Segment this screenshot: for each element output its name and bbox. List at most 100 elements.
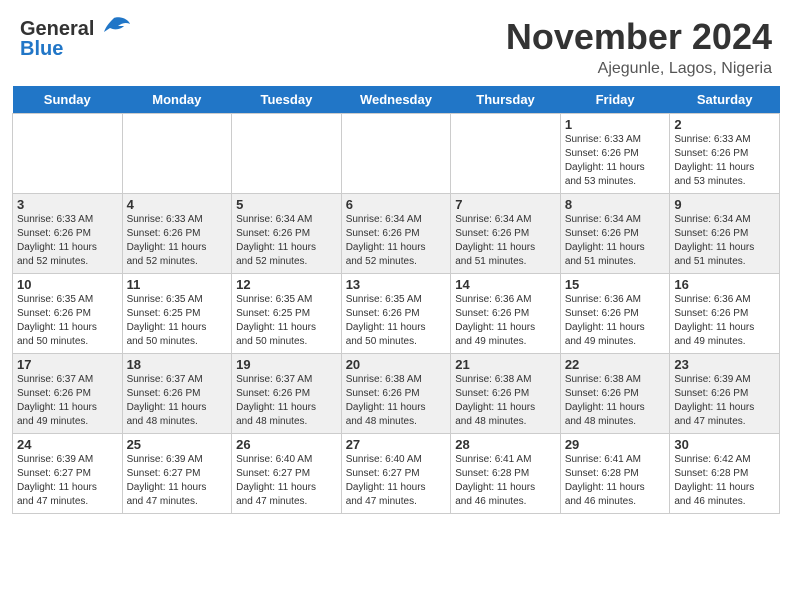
header-monday: Monday (122, 86, 232, 114)
day-number: 6 (346, 197, 447, 212)
day-info: Sunrise: 6:37 AM Sunset: 6:26 PM Dayligh… (236, 373, 337, 429)
table-row: 8Sunrise: 6:34 AM Sunset: 6:26 PM Daylig… (560, 194, 670, 274)
day-info: Sunrise: 6:33 AM Sunset: 6:26 PM Dayligh… (127, 213, 228, 269)
day-info: Sunrise: 6:40 AM Sunset: 6:27 PM Dayligh… (346, 453, 447, 509)
table-row: 27Sunrise: 6:40 AM Sunset: 6:27 PM Dayli… (341, 434, 451, 514)
day-number: 5 (236, 197, 337, 212)
day-number: 26 (236, 437, 337, 452)
day-number: 23 (674, 357, 775, 372)
day-number: 28 (455, 437, 556, 452)
day-number: 16 (674, 277, 775, 292)
table-row (122, 114, 232, 194)
day-info: Sunrise: 6:39 AM Sunset: 6:26 PM Dayligh… (674, 373, 775, 429)
day-number: 9 (674, 197, 775, 212)
table-row: 2Sunrise: 6:33 AM Sunset: 6:26 PM Daylig… (670, 114, 780, 194)
day-info: Sunrise: 6:35 AM Sunset: 6:26 PM Dayligh… (346, 293, 447, 349)
page-header: General Blue November 2024 Ajegunle, Lag… (0, 0, 792, 86)
day-info: Sunrise: 6:34 AM Sunset: 6:26 PM Dayligh… (455, 213, 556, 269)
day-info: Sunrise: 6:35 AM Sunset: 6:25 PM Dayligh… (236, 293, 337, 349)
header-thursday: Thursday (451, 86, 561, 114)
table-row: 26Sunrise: 6:40 AM Sunset: 6:27 PM Dayli… (232, 434, 342, 514)
day-info: Sunrise: 6:39 AM Sunset: 6:27 PM Dayligh… (17, 453, 118, 509)
header-sunday: Sunday (13, 86, 123, 114)
table-row: 5Sunrise: 6:34 AM Sunset: 6:26 PM Daylig… (232, 194, 342, 274)
day-number: 27 (346, 437, 447, 452)
day-info: Sunrise: 6:34 AM Sunset: 6:26 PM Dayligh… (236, 213, 337, 269)
header-tuesday: Tuesday (232, 86, 342, 114)
table-row: 28Sunrise: 6:41 AM Sunset: 6:28 PM Dayli… (451, 434, 561, 514)
logo: General Blue (20, 16, 132, 61)
day-number: 2 (674, 117, 775, 132)
day-info: Sunrise: 6:38 AM Sunset: 6:26 PM Dayligh… (455, 373, 556, 429)
week-row-0: 1Sunrise: 6:33 AM Sunset: 6:26 PM Daylig… (13, 114, 780, 194)
day-info: Sunrise: 6:35 AM Sunset: 6:26 PM Dayligh… (17, 293, 118, 349)
day-number: 17 (17, 357, 118, 372)
table-row: 13Sunrise: 6:35 AM Sunset: 6:26 PM Dayli… (341, 274, 451, 354)
day-info: Sunrise: 6:34 AM Sunset: 6:26 PM Dayligh… (346, 213, 447, 269)
logo-bird-icon (96, 16, 132, 42)
day-number: 7 (455, 197, 556, 212)
table-row (232, 114, 342, 194)
table-row: 24Sunrise: 6:39 AM Sunset: 6:27 PM Dayli… (13, 434, 123, 514)
table-row: 22Sunrise: 6:38 AM Sunset: 6:26 PM Dayli… (560, 354, 670, 434)
day-info: Sunrise: 6:37 AM Sunset: 6:26 PM Dayligh… (127, 373, 228, 429)
table-row: 20Sunrise: 6:38 AM Sunset: 6:26 PM Dayli… (341, 354, 451, 434)
table-row: 19Sunrise: 6:37 AM Sunset: 6:26 PM Dayli… (232, 354, 342, 434)
table-row: 7Sunrise: 6:34 AM Sunset: 6:26 PM Daylig… (451, 194, 561, 274)
table-row: 18Sunrise: 6:37 AM Sunset: 6:26 PM Dayli… (122, 354, 232, 434)
day-number: 21 (455, 357, 556, 372)
day-info: Sunrise: 6:41 AM Sunset: 6:28 PM Dayligh… (565, 453, 666, 509)
day-info: Sunrise: 6:38 AM Sunset: 6:26 PM Dayligh… (565, 373, 666, 429)
day-number: 24 (17, 437, 118, 452)
day-number: 3 (17, 197, 118, 212)
table-row: 17Sunrise: 6:37 AM Sunset: 6:26 PM Dayli… (13, 354, 123, 434)
day-number: 15 (565, 277, 666, 292)
header-wednesday: Wednesday (341, 86, 451, 114)
header-saturday: Saturday (670, 86, 780, 114)
table-row (451, 114, 561, 194)
day-number: 30 (674, 437, 775, 452)
day-info: Sunrise: 6:33 AM Sunset: 6:26 PM Dayligh… (565, 133, 666, 189)
week-row-4: 24Sunrise: 6:39 AM Sunset: 6:27 PM Dayli… (13, 434, 780, 514)
day-info: Sunrise: 6:36 AM Sunset: 6:26 PM Dayligh… (674, 293, 775, 349)
day-number: 29 (565, 437, 666, 452)
day-number: 14 (455, 277, 556, 292)
day-number: 4 (127, 197, 228, 212)
day-info: Sunrise: 6:40 AM Sunset: 6:27 PM Dayligh… (236, 453, 337, 509)
day-number: 11 (127, 277, 228, 292)
table-row (341, 114, 451, 194)
table-row: 25Sunrise: 6:39 AM Sunset: 6:27 PM Dayli… (122, 434, 232, 514)
month-title: November 2024 (506, 16, 772, 58)
location: Ajegunle, Lagos, Nigeria (506, 60, 772, 78)
table-row: 23Sunrise: 6:39 AM Sunset: 6:26 PM Dayli… (670, 354, 780, 434)
day-info: Sunrise: 6:37 AM Sunset: 6:26 PM Dayligh… (17, 373, 118, 429)
day-info: Sunrise: 6:35 AM Sunset: 6:25 PM Dayligh… (127, 293, 228, 349)
day-info: Sunrise: 6:39 AM Sunset: 6:27 PM Dayligh… (127, 453, 228, 509)
table-row: 10Sunrise: 6:35 AM Sunset: 6:26 PM Dayli… (13, 274, 123, 354)
day-number: 18 (127, 357, 228, 372)
day-info: Sunrise: 6:34 AM Sunset: 6:26 PM Dayligh… (565, 213, 666, 269)
table-row: 14Sunrise: 6:36 AM Sunset: 6:26 PM Dayli… (451, 274, 561, 354)
week-row-1: 3Sunrise: 6:33 AM Sunset: 6:26 PM Daylig… (13, 194, 780, 274)
table-row: 1Sunrise: 6:33 AM Sunset: 6:26 PM Daylig… (560, 114, 670, 194)
day-info: Sunrise: 6:34 AM Sunset: 6:26 PM Dayligh… (674, 213, 775, 269)
days-header-row: Sunday Monday Tuesday Wednesday Thursday… (13, 86, 780, 114)
day-number: 13 (346, 277, 447, 292)
day-info: Sunrise: 6:33 AM Sunset: 6:26 PM Dayligh… (674, 133, 775, 189)
day-number: 25 (127, 437, 228, 452)
week-row-3: 17Sunrise: 6:37 AM Sunset: 6:26 PM Dayli… (13, 354, 780, 434)
day-info: Sunrise: 6:33 AM Sunset: 6:26 PM Dayligh… (17, 213, 118, 269)
title-section: November 2024 Ajegunle, Lagos, Nigeria (506, 16, 772, 78)
table-row: 3Sunrise: 6:33 AM Sunset: 6:26 PM Daylig… (13, 194, 123, 274)
logo-text-block: General Blue (20, 16, 132, 61)
table-row: 29Sunrise: 6:41 AM Sunset: 6:28 PM Dayli… (560, 434, 670, 514)
table-row: 11Sunrise: 6:35 AM Sunset: 6:25 PM Dayli… (122, 274, 232, 354)
day-number: 8 (565, 197, 666, 212)
header-friday: Friday (560, 86, 670, 114)
table-row: 16Sunrise: 6:36 AM Sunset: 6:26 PM Dayli… (670, 274, 780, 354)
day-info: Sunrise: 6:42 AM Sunset: 6:28 PM Dayligh… (674, 453, 775, 509)
day-info: Sunrise: 6:36 AM Sunset: 6:26 PM Dayligh… (455, 293, 556, 349)
day-number: 22 (565, 357, 666, 372)
week-row-2: 10Sunrise: 6:35 AM Sunset: 6:26 PM Dayli… (13, 274, 780, 354)
table-row: 12Sunrise: 6:35 AM Sunset: 6:25 PM Dayli… (232, 274, 342, 354)
